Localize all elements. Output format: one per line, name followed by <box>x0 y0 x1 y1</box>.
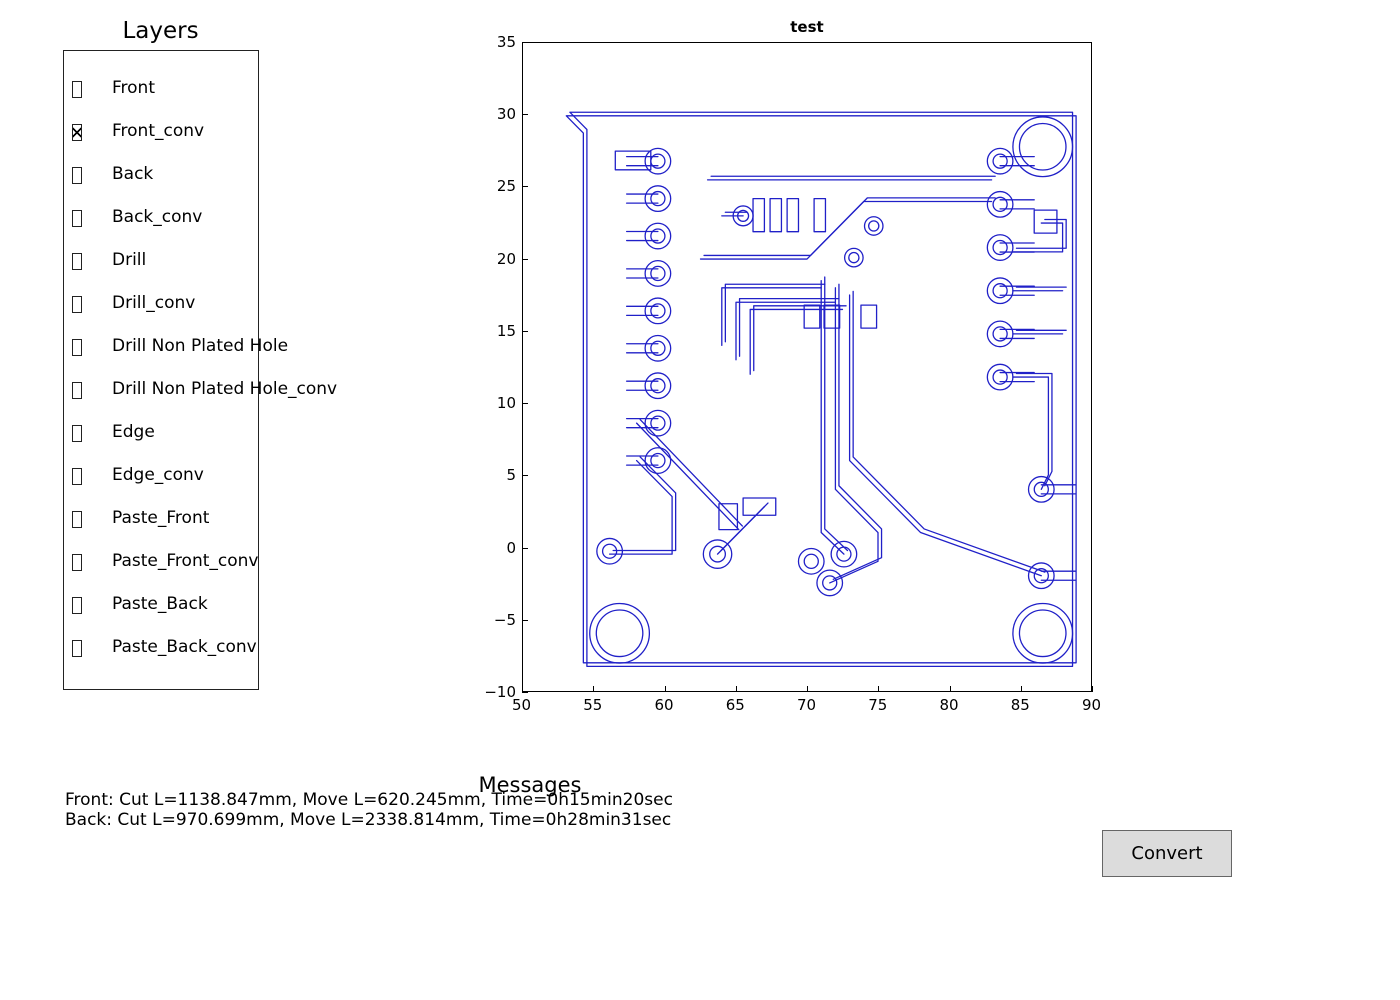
xtick-label: 90 <box>1082 696 1101 714</box>
layer-label: Drill_conv <box>112 293 195 313</box>
ytick-mark <box>522 186 528 187</box>
layer-checkbox-paste-back-conv[interactable] <box>72 640 82 657</box>
ytick-label: 10 <box>476 394 516 412</box>
ytick-mark <box>522 331 528 332</box>
layer-checkbox-drill-non-plated-hole[interactable] <box>72 339 82 356</box>
ytick-label: −10 <box>476 683 516 701</box>
layer-label: Paste_Back_conv <box>112 637 257 657</box>
xtick-mark <box>1021 686 1022 692</box>
layer-checkbox-front-conv[interactable] <box>72 124 82 141</box>
xtick-label: 85 <box>1011 696 1030 714</box>
plot-area[interactable] <box>522 42 1092 692</box>
ytick-label: −5 <box>476 611 516 629</box>
ytick-mark <box>522 475 528 476</box>
xtick-mark <box>522 686 523 692</box>
xtick-label: 50 <box>512 696 531 714</box>
xtick-label: 75 <box>868 696 887 714</box>
ytick-label: 30 <box>476 105 516 123</box>
ytick-label: 25 <box>476 177 516 195</box>
convert-button[interactable]: Convert <box>1102 830 1232 877</box>
layer-label: Drill Non Plated Hole_conv <box>112 379 337 399</box>
ytick-mark <box>522 259 528 260</box>
layer-checkbox-drill-conv[interactable] <box>72 296 82 313</box>
layer-label: Paste_Front <box>112 508 209 528</box>
layer-label: Front_conv <box>112 121 204 141</box>
ytick-label: 0 <box>476 539 516 557</box>
ytick-mark <box>522 403 528 404</box>
xtick-mark <box>807 686 808 692</box>
xtick-mark <box>1092 686 1093 692</box>
layers-title: Layers <box>63 18 258 44</box>
xtick-label: 60 <box>655 696 674 714</box>
xtick-mark <box>878 686 879 692</box>
layer-checkbox-front[interactable] <box>72 81 82 98</box>
ytick-label: 35 <box>476 33 516 51</box>
ytick-label: 20 <box>476 250 516 268</box>
ytick-mark <box>522 548 528 549</box>
xtick-label: 80 <box>940 696 959 714</box>
pcb-toolpath-plot <box>523 43 1091 691</box>
layer-label: Paste_Back <box>112 594 208 614</box>
layer-checkbox-edge-conv[interactable] <box>72 468 82 485</box>
layer-label: Back_conv <box>112 207 202 227</box>
layer-checkbox-back[interactable] <box>72 167 82 184</box>
layer-checkbox-paste-back[interactable] <box>72 597 82 614</box>
xtick-mark <box>736 686 737 692</box>
ytick-mark <box>522 692 528 693</box>
layer-checkbox-paste-front-conv[interactable] <box>72 554 82 571</box>
layer-label: Front <box>112 78 155 98</box>
xtick-mark <box>665 686 666 692</box>
plot-title: test <box>522 18 1092 36</box>
ytick-mark <box>522 42 528 43</box>
layer-label: Drill Non Plated Hole <box>112 336 288 356</box>
layer-checkbox-drill[interactable] <box>72 253 82 270</box>
xtick-label: 55 <box>583 696 602 714</box>
ytick-label: 5 <box>476 466 516 484</box>
layer-label: Edge_conv <box>112 465 204 485</box>
layer-label: Drill <box>112 250 146 270</box>
layer-checkbox-edge[interactable] <box>72 425 82 442</box>
xtick-label: 65 <box>726 696 745 714</box>
layer-label: Edge <box>112 422 155 442</box>
ytick-mark <box>522 114 528 115</box>
xtick-mark <box>593 686 594 692</box>
messages-body: Front: Cut L=1138.847mm, Move L=620.245m… <box>65 790 673 831</box>
layer-checkbox-paste-front[interactable] <box>72 511 82 528</box>
ytick-label: 15 <box>476 322 516 340</box>
xtick-label: 70 <box>797 696 816 714</box>
layer-checkbox-back-conv[interactable] <box>72 210 82 227</box>
ytick-mark <box>522 620 528 621</box>
layer-label: Back <box>112 164 153 184</box>
xtick-mark <box>950 686 951 692</box>
layer-checkbox-drill-non-plated-hole-conv[interactable] <box>72 382 82 399</box>
layer-label: Paste_Front_conv <box>112 551 258 571</box>
